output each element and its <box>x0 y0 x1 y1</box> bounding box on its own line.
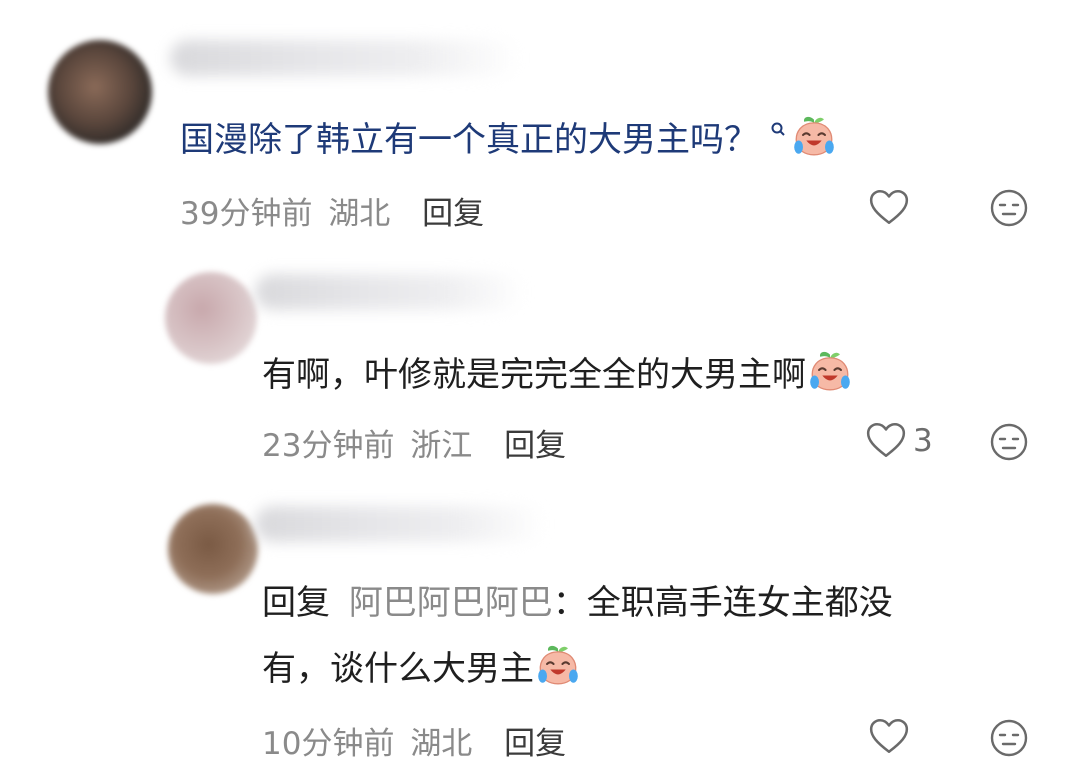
username-blurred[interactable] <box>255 274 525 310</box>
timestamp: 10分钟前 <box>262 726 395 762</box>
reply-prefix: 回复 <box>262 583 330 623</box>
dislike-button[interactable] <box>989 188 1029 232</box>
avatar[interactable] <box>168 504 258 594</box>
comment-text-line-2-container: 有，谈什么大男主 <box>262 642 580 691</box>
crying-laughing-peach-emoji-icon <box>808 348 852 392</box>
avatar[interactable] <box>48 40 152 144</box>
crying-laughing-peach-emoji-icon <box>536 642 580 686</box>
comment-2: 有啊，叶修就是完完全全的大男主啊 23分钟前 浙江 回复 3 <box>0 250 1090 490</box>
reply-button[interactable]: 回复 <box>504 428 566 464</box>
like-button[interactable] <box>868 716 916 758</box>
like-count: 3 <box>913 423 933 459</box>
username-blurred[interactable] <box>255 506 545 542</box>
like-button[interactable]: 3 <box>865 420 933 462</box>
avatar[interactable] <box>165 272 257 364</box>
comment-meta: 10分钟前 湖北 回复 <box>262 718 566 763</box>
comment-meta: 39分钟前 湖北 回复 <box>180 188 484 233</box>
comment-text-content: 有啊，叶修就是完完全全的大男主啊 <box>262 355 806 395</box>
mention-link[interactable]: 阿巴阿巴阿巴 <box>349 583 553 623</box>
comment-text: 有啊，叶修就是完完全全的大男主啊 <box>262 348 852 397</box>
reply-button[interactable]: 回复 <box>504 726 566 762</box>
neutral-face-icon <box>989 188 1029 228</box>
location: 浙江 <box>410 428 473 464</box>
dislike-button[interactable] <box>989 422 1029 466</box>
heart-outline-icon <box>868 716 910 758</box>
comment-text-line-1: ：全职高手连女主都没 <box>552 583 893 623</box>
comment-3: 回复 阿巴阿巴阿巴：全职高手连女主都没 有，谈什么大男主 10分钟前 湖北 回复 <box>0 490 1090 763</box>
dislike-button[interactable] <box>989 718 1029 762</box>
heart-outline-icon <box>865 420 907 462</box>
heart-outline-icon <box>868 187 910 229</box>
comment-text: 国漫除了韩立有一个真正的大男主吗？ <box>180 113 836 162</box>
search-icon[interactable] <box>770 121 786 137</box>
comment-text-line-2: 有，谈什么大男主 <box>262 649 534 689</box>
comment-1: 国漫除了韩立有一个真正的大男主吗？ 39分钟前 湖北 回复 <box>0 0 1090 250</box>
timestamp: 23分钟前 <box>262 428 395 464</box>
comment-text-content: 国漫除了韩立有一个真正的大男主吗？ <box>180 120 758 160</box>
reply-button[interactable]: 回复 <box>422 196 484 232</box>
comment-text: 回复 阿巴阿巴阿巴：全职高手连女主都没 <box>262 581 893 625</box>
neutral-face-icon <box>989 422 1029 462</box>
neutral-face-icon <box>989 718 1029 758</box>
location: 湖北 <box>410 726 473 762</box>
crying-laughing-peach-emoji-icon <box>792 113 836 157</box>
location: 湖北 <box>328 196 391 232</box>
username-blurred[interactable] <box>170 40 520 76</box>
like-button[interactable] <box>868 187 916 229</box>
timestamp: 39分钟前 <box>180 196 313 232</box>
comment-meta: 23分钟前 浙江 回复 <box>262 420 566 465</box>
